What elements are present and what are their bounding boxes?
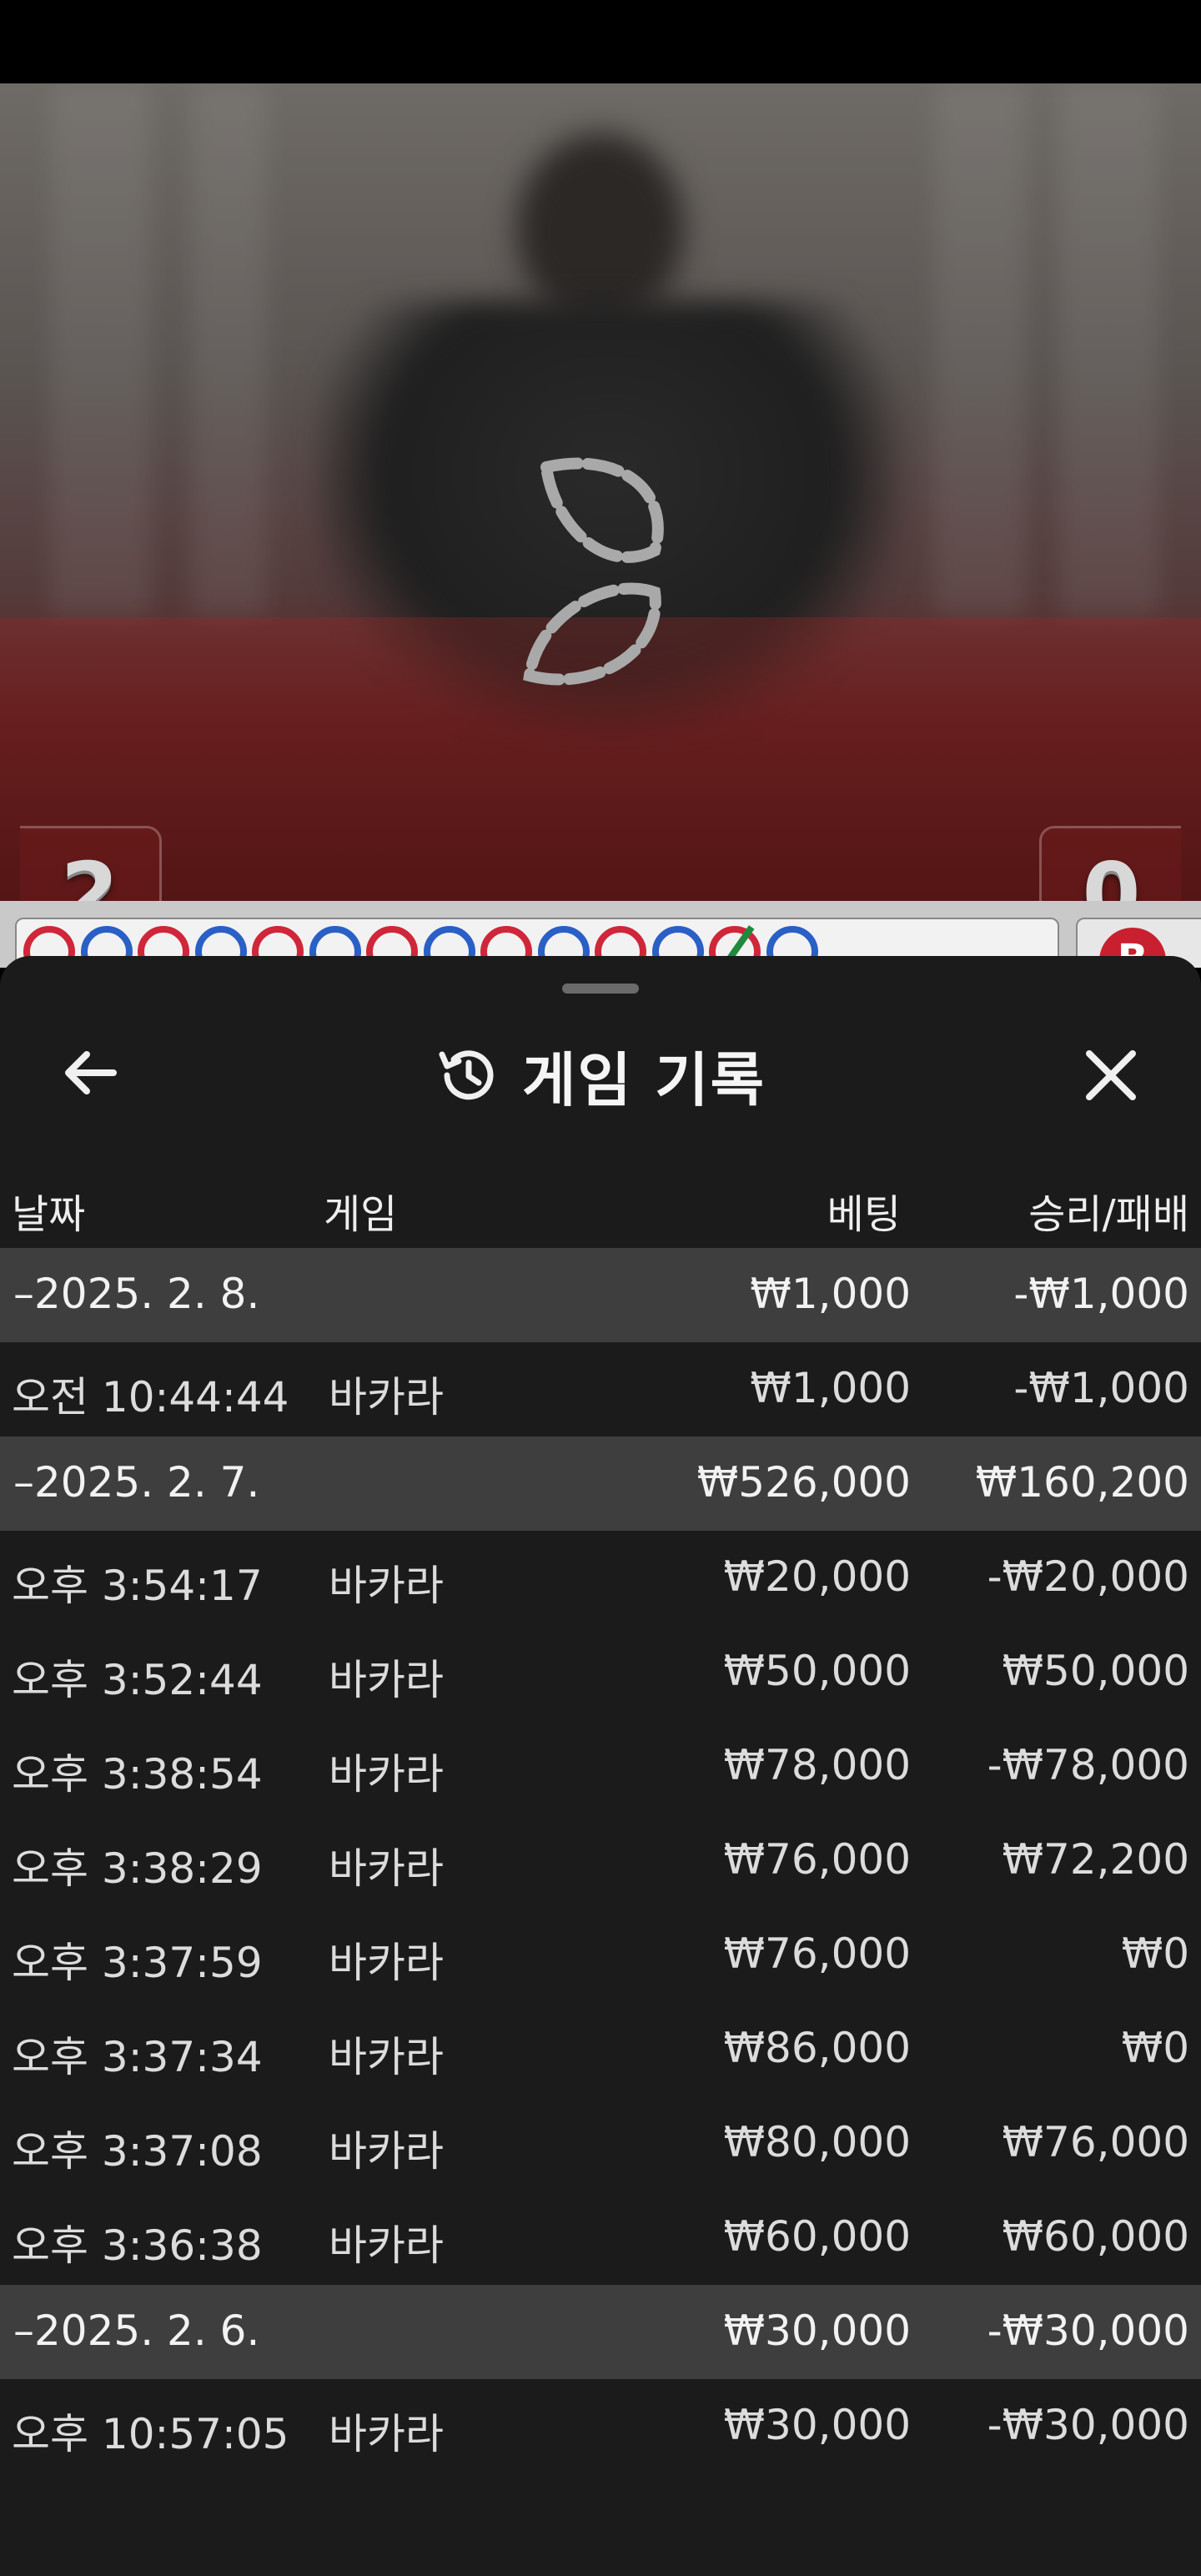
column-header-date: 날짜 — [12, 1191, 86, 1238]
video-background — [934, 83, 1026, 617]
screen: 2 0 B 게임 기록 날짜 게임 베팅 승리/패배 –2025. 2. 8. … — [0, 0, 1201, 2576]
row-game: 바카라 — [329, 1939, 444, 1987]
group-date: –2025. 2. 8. — [13, 1270, 260, 1318]
score-left: 2 — [20, 826, 162, 901]
row-win-loss: -₩30,000 — [987, 2401, 1189, 2449]
row-bet: ₩1,000 — [750, 1364, 911, 1412]
column-header-bet: 베팅 — [827, 1191, 901, 1238]
history-list[interactable]: –2025. 2. 8. ₩1,000 -₩1,000 오전 10:44:44 바카라 ₩… — [0, 1248, 1201, 2473]
column-header-win-loss: 승리/패배 — [1028, 1191, 1189, 1238]
row-bet: ₩20,000 — [723, 1552, 911, 1601]
row-bet: ₩78,000 — [723, 1741, 911, 1789]
history-row[interactable]: 오전 10:44:44 바카라 ₩1,000 -₩1,000 — [0, 1342, 1201, 1436]
row-game: 바카라 — [329, 1562, 444, 1610]
row-time: 오후 3:37:34 — [12, 2033, 263, 2081]
group-win-loss-total: -₩1,000 — [1013, 1270, 1189, 1318]
history-row[interactable]: 오후 3:52:44 바카라 ₩50,000 ₩50,000 — [0, 1625, 1201, 1719]
history-row[interactable]: 오후 10:57:05 바카라 ₩30,000 -₩30,000 — [0, 2379, 1201, 2473]
row-game: 바카라 — [329, 1373, 444, 1421]
group-win-loss-total: ₩160,200 — [975, 1458, 1189, 1507]
history-row[interactable]: 오후 3:37:34 바카라 ₩86,000 ₩0 — [0, 2002, 1201, 2096]
dealer-silhouette — [517, 133, 684, 325]
row-win-loss: ₩76,000 — [1002, 2118, 1189, 2166]
row-win-loss: ₩0 — [1121, 1929, 1189, 1978]
video-background — [50, 83, 150, 617]
group-win-loss-total: -₩30,000 — [987, 2307, 1189, 2355]
group-bet-total: ₩526,000 — [696, 1458, 911, 1507]
row-bet: ₩30,000 — [723, 2401, 911, 2449]
row-bet: ₩76,000 — [723, 1835, 911, 1884]
row-bet: ₩50,000 — [723, 1647, 911, 1695]
row-win-loss: -₩20,000 — [987, 1552, 1189, 1601]
column-header-game: 게임 — [324, 1191, 398, 1238]
history-row[interactable]: 오후 3:38:29 바카라 ₩76,000 ₩72,200 — [0, 1814, 1201, 1908]
row-time: 오후 3:38:29 — [12, 1844, 263, 1893]
group-bet-total: ₩30,000 — [723, 2307, 911, 2355]
live-video[interactable]: 2 0 — [0, 83, 1201, 901]
row-win-loss: ₩72,200 — [1002, 1835, 1189, 1884]
row-bet: ₩60,000 — [723, 2212, 911, 2261]
drag-handle[interactable] — [562, 984, 639, 994]
score-right: 0 — [1039, 826, 1181, 901]
table-header: 날짜 게임 베팅 승리/패배 — [0, 1158, 1201, 1250]
row-win-loss: -₩78,000 — [987, 1741, 1189, 1789]
row-win-loss: ₩50,000 — [1002, 1647, 1189, 1695]
loading-spinner-icon — [523, 457, 664, 686]
group-bet-total: ₩1,000 — [750, 1270, 911, 1318]
row-game: 바카라 — [329, 1656, 444, 1704]
history-row[interactable]: 오후 3:54:17 바카라 ₩20,000 -₩20,000 — [0, 1531, 1201, 1625]
row-time: 오후 3:38:54 — [12, 1750, 263, 1799]
row-time: 오후 3:37:59 — [12, 1939, 263, 1987]
row-game: 바카라 — [329, 1844, 444, 1893]
row-game: 바카라 — [329, 2410, 444, 2458]
row-time: 오후 3:52:44 — [12, 1656, 263, 1704]
history-row[interactable]: 오후 3:37:08 바카라 ₩80,000 ₩76,000 — [0, 2096, 1201, 2191]
row-time: 오후 3:54:17 — [12, 1562, 263, 1610]
history-row[interactable]: 오후 3:36:38 바카라 ₩60,000 ₩60,000 — [0, 2191, 1201, 2285]
row-bet: ₩86,000 — [723, 2024, 911, 2072]
date-group-row[interactable]: –2025. 2. 7. ₩526,000 ₩160,200 — [0, 1436, 1201, 1531]
date-group-row[interactable]: –2025. 2. 6. ₩30,000 -₩30,000 — [0, 2285, 1201, 2379]
video-background — [1059, 83, 1159, 617]
video-background — [192, 83, 267, 617]
sheet-header: 게임 기록 — [0, 1006, 1201, 1131]
group-date: –2025. 2. 6. — [13, 2307, 260, 2355]
history-icon — [439, 1050, 494, 1100]
sheet-title-group: 게임 기록 — [0, 1038, 1201, 1114]
row-time: 오후 3:36:38 — [12, 2221, 263, 2270]
group-date: –2025. 2. 7. — [13, 1458, 260, 1507]
row-game: 바카라 — [329, 2033, 444, 2081]
row-game: 바카라 — [329, 1750, 444, 1799]
row-bet: ₩76,000 — [723, 1929, 911, 1978]
row-time: 오후 10:57:05 — [12, 2410, 289, 2458]
date-group-row[interactable]: –2025. 2. 8. ₩1,000 -₩1,000 — [0, 1248, 1201, 1342]
history-row[interactable]: 오후 3:38:54 바카라 ₩78,000 -₩78,000 — [0, 1719, 1201, 1814]
row-game: 바카라 — [329, 2127, 444, 2176]
close-button[interactable] — [1069, 1038, 1153, 1113]
row-time: 오전 10:44:44 — [12, 1373, 289, 1421]
row-win-loss: ₩0 — [1121, 2024, 1189, 2072]
row-game: 바카라 — [329, 2221, 444, 2270]
game-history-sheet: 게임 기록 날짜 게임 베팅 승리/패배 –2025. 2. 8. ₩1,000 -… — [0, 956, 1201, 2576]
row-win-loss: -₩1,000 — [1013, 1364, 1189, 1412]
history-row[interactable]: 오후 3:37:59 바카라 ₩76,000 ₩0 — [0, 1908, 1201, 2002]
page-title: 게임 기록 — [522, 1045, 766, 1114]
status-bar — [0, 0, 1201, 83]
row-bet: ₩80,000 — [723, 2118, 911, 2166]
close-icon — [1086, 1050, 1136, 1100]
row-win-loss: ₩60,000 — [1002, 2212, 1189, 2261]
row-time: 오후 3:37:08 — [12, 2127, 263, 2176]
